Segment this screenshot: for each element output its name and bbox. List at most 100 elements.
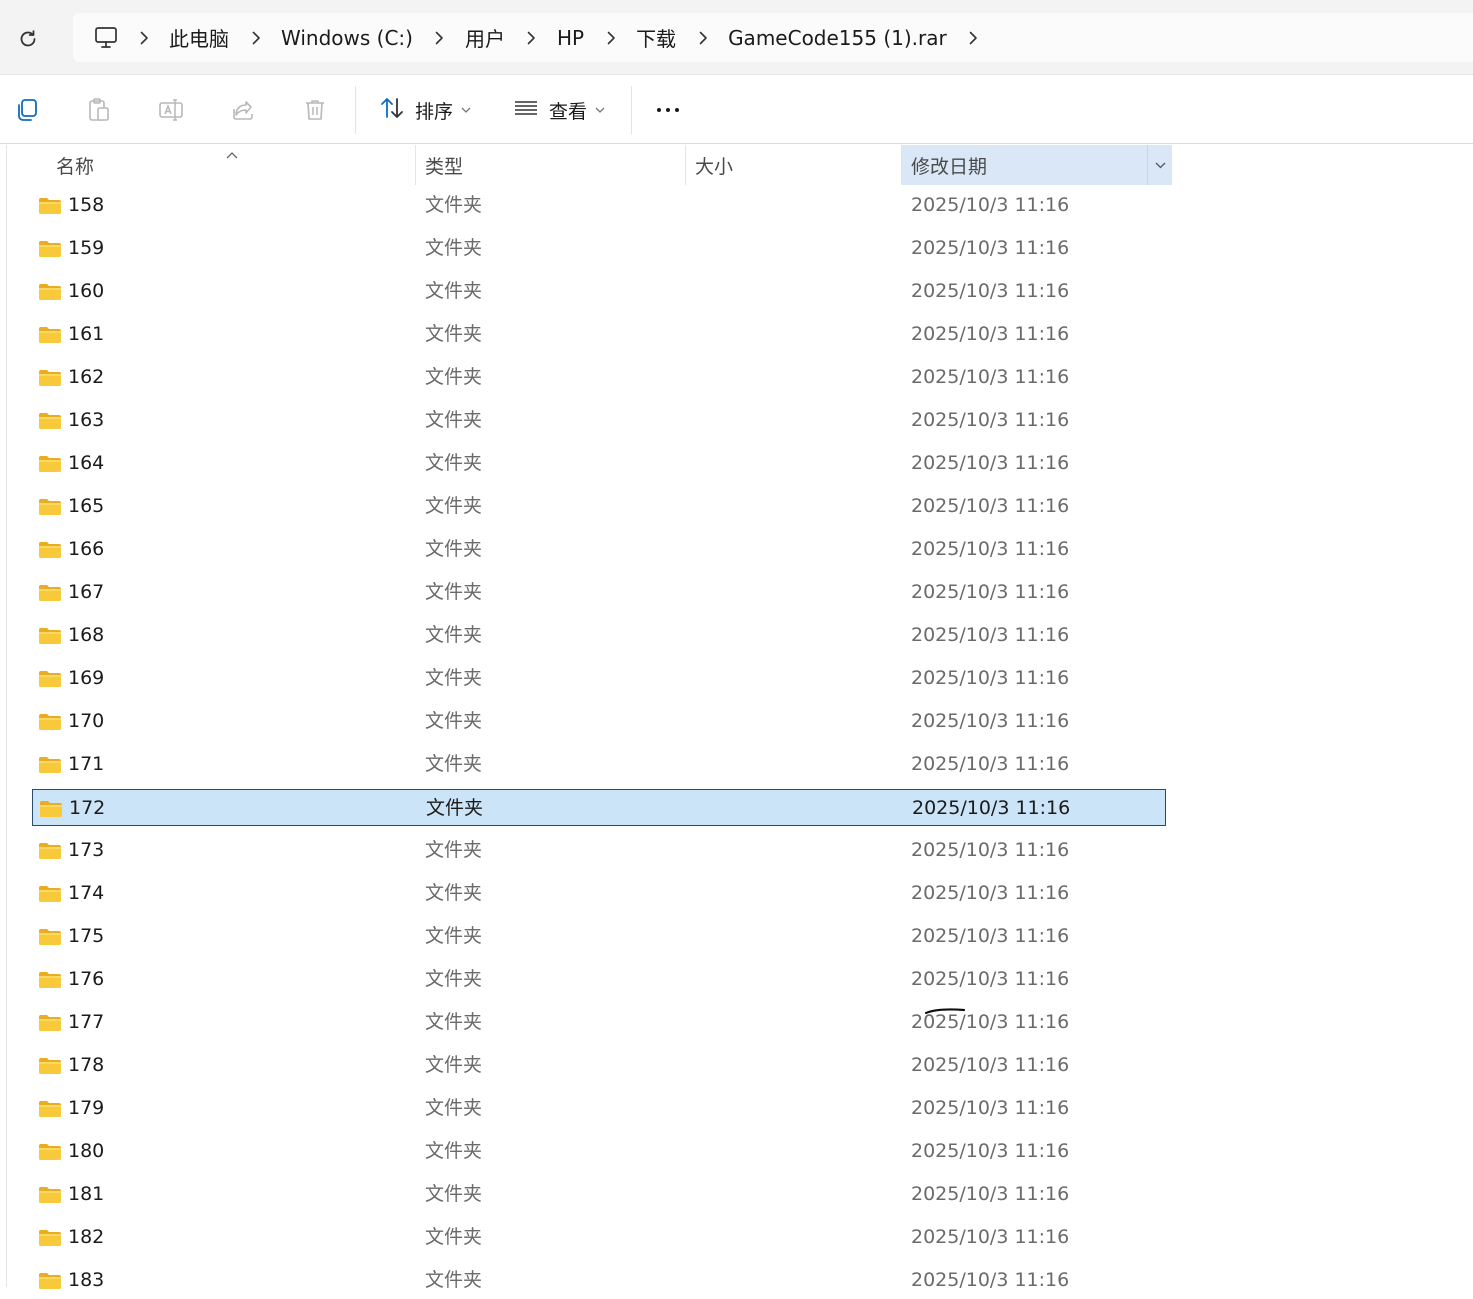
file-name[interactable]: 183: [68, 1262, 104, 1299]
file-name[interactable]: 174: [68, 875, 104, 912]
file-name[interactable]: 168: [68, 617, 104, 654]
file-name[interactable]: 160: [68, 273, 104, 310]
chevron-down-icon[interactable]: [1147, 145, 1172, 185]
table-row[interactable]: 183 文件夹 2025/10/3 11:16: [32, 1262, 1166, 1299]
file-name[interactable]: 173: [68, 832, 104, 869]
breadcrumb-item[interactable]: 用户: [465, 23, 505, 52]
table-row[interactable]: 170 文件夹 2025/10/3 11:16: [32, 703, 1166, 740]
file-name[interactable]: 175: [68, 918, 104, 955]
file-name[interactable]: 161: [68, 316, 104, 353]
table-row[interactable]: 176 文件夹 2025/10/3 11:16: [32, 961, 1166, 998]
column-header-size[interactable]: 大小: [695, 145, 733, 185]
table-row[interactable]: 163 文件夹 2025/10/3 11:16: [32, 402, 1166, 439]
column-divider[interactable]: [685, 145, 686, 185]
file-name[interactable]: 181: [68, 1176, 104, 1213]
chevron-right-icon[interactable]: [694, 29, 712, 47]
file-name[interactable]: 178: [68, 1047, 104, 1084]
sort-button[interactable]: 排序: [379, 92, 471, 128]
table-row[interactable]: 171 文件夹 2025/10/3 11:16: [32, 746, 1166, 783]
file-name[interactable]: 163: [68, 402, 104, 439]
file-name[interactable]: 179: [68, 1090, 104, 1127]
file-name[interactable]: 176: [68, 961, 104, 998]
breadcrumb-item[interactable]: Windows (C:): [281, 26, 413, 50]
table-row[interactable]: 175 文件夹 2025/10/3 11:16: [32, 918, 1166, 955]
breadcrumb[interactable]: 此电脑 Windows (C:) 用户 HP 下载 GameCode155 (1).rar: [73, 13, 1473, 62]
table-row[interactable]: 161 文件夹 2025/10/3 11:16: [32, 316, 1166, 353]
file-date: 2025/10/3 11:16: [911, 925, 1070, 947]
table-row[interactable]: 159 文件夹 2025/10/3 11:16: [32, 230, 1166, 267]
breadcrumb-item[interactable]: 此电脑: [169, 23, 229, 52]
paste-icon[interactable]: [85, 96, 113, 124]
view-list-icon: [513, 95, 539, 126]
column-header-name[interactable]: 名称: [56, 145, 94, 185]
more-options-icon[interactable]: [652, 96, 684, 124]
file-type: 文件夹: [425, 839, 483, 861]
column-header-date[interactable]: 修改日期: [911, 145, 987, 185]
command-bar: 排序 查看: [0, 76, 1473, 144]
refresh-icon[interactable]: [14, 25, 42, 53]
file-name[interactable]: 180: [68, 1133, 104, 1170]
table-row[interactable]: 178 文件夹 2025/10/3 11:16: [32, 1047, 1166, 1084]
table-row[interactable]: 181 文件夹 2025/10/3 11:16: [32, 1176, 1166, 1213]
file-name[interactable]: 166: [68, 531, 104, 568]
chevron-right-icon[interactable]: [602, 29, 620, 47]
file-name[interactable]: 170: [68, 703, 104, 740]
folder-icon: [38, 885, 62, 903]
file-name[interactable]: 159: [68, 230, 104, 267]
table-row[interactable]: 167 文件夹 2025/10/3 11:16: [32, 574, 1166, 611]
chevron-right-icon[interactable]: [965, 29, 983, 47]
view-label: 查看: [549, 100, 588, 123]
file-name[interactable]: 182: [68, 1219, 104, 1256]
folder-icon: [38, 197, 62, 215]
file-type: 文件夹: [425, 624, 483, 646]
table-row[interactable]: 174 文件夹 2025/10/3 11:16: [32, 875, 1166, 912]
share-icon[interactable]: [229, 96, 257, 124]
file-type: 文件夹: [426, 797, 484, 819]
view-button[interactable]: 查看: [513, 92, 605, 128]
chevron-right-icon[interactable]: [523, 29, 541, 47]
file-name[interactable]: 177: [68, 1004, 104, 1041]
computer-icon[interactable]: [91, 23, 121, 53]
file-date: 2025/10/3 11:16: [911, 710, 1070, 732]
file-name[interactable]: 167: [68, 574, 104, 611]
file-name[interactable]: 158: [68, 187, 104, 224]
table-row[interactable]: 172 文件夹 2025/10/3 11:16: [32, 789, 1166, 826]
table-row[interactable]: 164 文件夹 2025/10/3 11:16: [32, 445, 1166, 482]
table-row[interactable]: 179 文件夹 2025/10/3 11:16: [32, 1090, 1166, 1127]
folder-icon: [38, 1272, 62, 1290]
file-name[interactable]: 162: [68, 359, 104, 396]
breadcrumb-item[interactable]: GameCode155 (1).rar: [728, 26, 947, 50]
file-name[interactable]: 165: [68, 488, 104, 525]
table-row[interactable]: 169 文件夹 2025/10/3 11:16: [32, 660, 1166, 697]
rename-icon[interactable]: [157, 96, 185, 124]
table-row[interactable]: 158 文件夹 2025/10/3 11:16: [32, 187, 1166, 224]
chevron-right-icon[interactable]: [247, 29, 265, 47]
file-date: 2025/10/3 11:16: [911, 280, 1070, 302]
column-header-type[interactable]: 类型: [425, 145, 463, 185]
breadcrumb-item[interactable]: 下载: [636, 23, 676, 52]
table-row[interactable]: 162 文件夹 2025/10/3 11:16: [32, 359, 1166, 396]
chevron-right-icon[interactable]: [431, 29, 449, 47]
table-row[interactable]: 168 文件夹 2025/10/3 11:16: [32, 617, 1166, 654]
file-name[interactable]: 172: [69, 790, 105, 827]
table-row[interactable]: 166 文件夹 2025/10/3 11:16: [32, 531, 1166, 568]
file-name[interactable]: 164: [68, 445, 104, 482]
file-type: 文件夹: [425, 1054, 483, 1076]
table-row[interactable]: 173 文件夹 2025/10/3 11:16: [32, 832, 1166, 869]
copy-icon[interactable]: [13, 96, 41, 124]
table-row[interactable]: 182 文件夹 2025/10/3 11:16: [32, 1219, 1166, 1256]
file-date: 2025/10/3 11:16: [911, 366, 1070, 388]
file-name[interactable]: 169: [68, 660, 104, 697]
table-row[interactable]: 177 文件夹 2025/10/3 11:16: [32, 1004, 1166, 1041]
chevron-right-icon[interactable]: [135, 29, 153, 47]
column-divider[interactable]: [415, 145, 416, 185]
folder-icon: [38, 928, 62, 946]
file-name[interactable]: 171: [68, 746, 104, 783]
table-row[interactable]: 180 文件夹 2025/10/3 11:16: [32, 1133, 1166, 1170]
table-row[interactable]: 165 文件夹 2025/10/3 11:16: [32, 488, 1166, 525]
file-date: 2025/10/3 11:16: [911, 538, 1070, 560]
breadcrumb-item[interactable]: HP: [557, 26, 584, 50]
delete-icon[interactable]: [301, 96, 329, 124]
table-row[interactable]: 160 文件夹 2025/10/3 11:16: [32, 273, 1166, 310]
file-date: 2025/10/3 11:16: [911, 581, 1070, 603]
